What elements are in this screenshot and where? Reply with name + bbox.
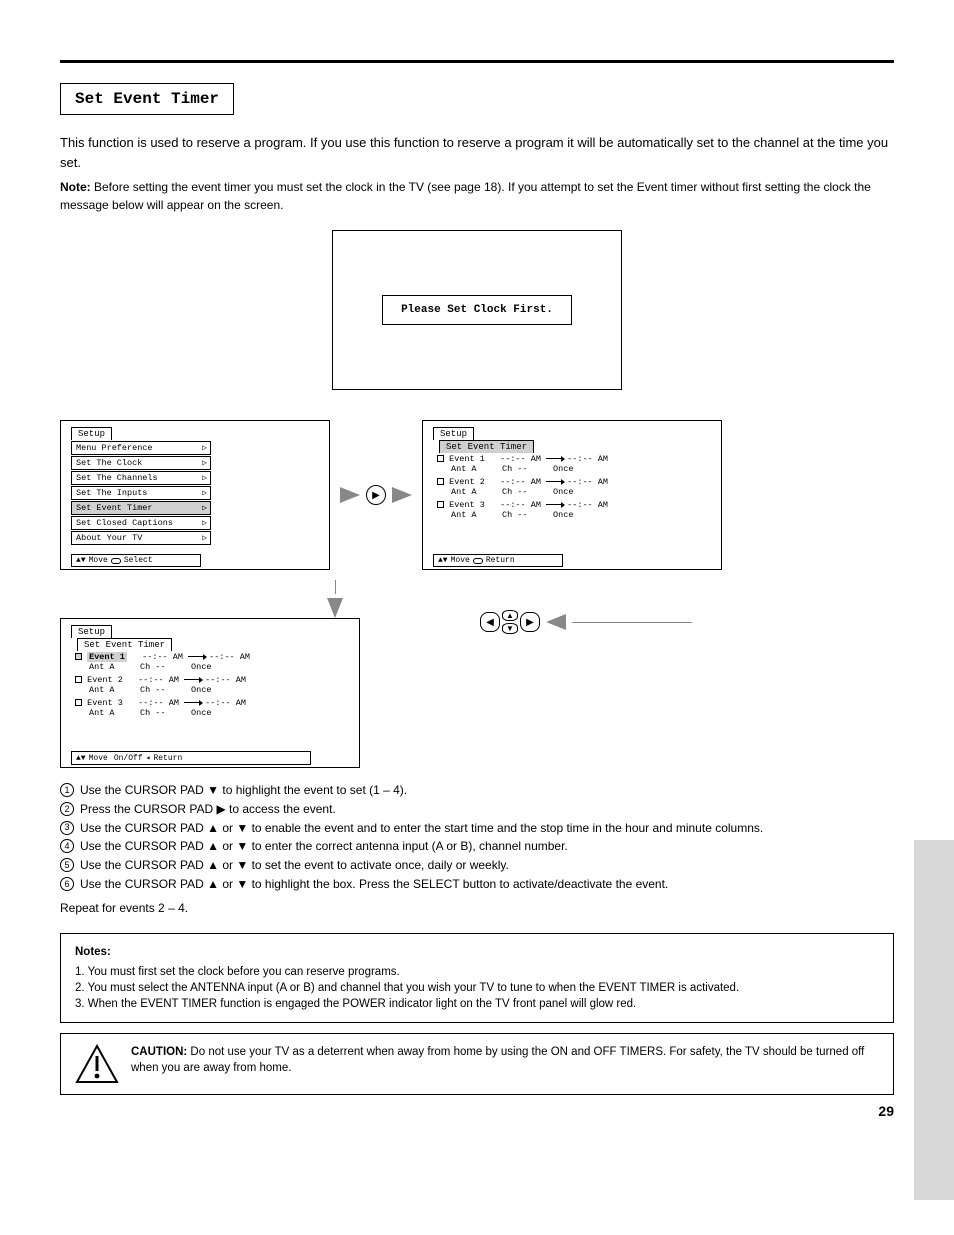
event-row: Event 3 --:-- AM --:-- AM	[75, 698, 349, 708]
event-row: Event 1 --:-- AM --:-- AM	[75, 652, 349, 662]
osd-setup-menu: Setup Menu Preference▷Set The Clock▷Set …	[60, 420, 330, 570]
caution-box: CAUTION: Do not use your TV as a deterre…	[60, 1033, 894, 1095]
step-text: Press the CURSOR PAD ▶ to access the eve…	[80, 801, 336, 818]
osd-menu-item: Menu Preference▷	[71, 441, 211, 455]
event-row: Event 3 --:-- AM --:-- AM	[437, 500, 711, 510]
remote-left-icon: ◀	[480, 612, 500, 632]
caution-title: CAUTION:	[131, 1046, 187, 1058]
step-number: 1	[60, 783, 74, 797]
flow-arrow-right-1: ▶	[340, 485, 412, 505]
osd-event-edit: Setup Set Event Timer Event 1 --:-- AM -…	[60, 618, 360, 768]
event-row-detail: Ant A Ch -- Once	[89, 662, 349, 672]
osd-tab-eventtimer-b: Set Event Timer	[439, 440, 534, 453]
osd-menu-item: Set The Inputs▷	[71, 486, 211, 500]
osd-menu-item: Set Closed Captions▷	[71, 516, 211, 530]
steps-footer: Repeat for events 2 – 4.	[60, 901, 894, 915]
checkbox-icon	[75, 699, 82, 706]
section-title: Set Event Timer	[60, 83, 234, 115]
clock-note: Note: Before setting the event timer you…	[60, 178, 894, 214]
remote-down-icon: ▼	[502, 623, 518, 634]
osd-footer-a: ▲▼Move Select	[71, 554, 201, 567]
step-number: 4	[60, 839, 74, 853]
event-row: Event 2 --:-- AM --:-- AM	[437, 477, 711, 487]
chevron-right-icon: ▷	[202, 458, 207, 468]
top-rule	[60, 60, 894, 63]
event-row-detail: Ant A Ch -- Once	[451, 464, 711, 474]
chevron-right-icon: ▷	[202, 473, 207, 483]
clock-first-message: Please Set Clock First.	[382, 295, 572, 325]
caution-text: Do not use your TV as a deterrent when a…	[131, 1046, 864, 1074]
notes-box: Notes: 1. You must first set the clock b…	[60, 933, 894, 1023]
note-item: 1. You must first set the clock before y…	[75, 964, 879, 980]
flow-arrow-down	[210, 580, 460, 618]
step-item: 4 Use the CURSOR PAD ▲ or ▼ to enter the …	[60, 838, 894, 855]
osd-menu-item: About Your TV▷	[71, 531, 211, 545]
remote-right-icon: ▶	[366, 485, 386, 505]
osd-tab-eventtimer-c: Set Event Timer	[77, 638, 172, 651]
step-text: Use the CURSOR PAD ▼ to highlight the ev…	[80, 782, 407, 799]
step-number: 6	[60, 877, 74, 891]
osd-menu-item: Set The Channels▷	[71, 471, 211, 485]
step-number: 3	[60, 821, 74, 835]
chevron-right-icon: ▷	[202, 488, 207, 498]
osd-footer-b: ▲▼Move Return	[433, 554, 563, 567]
event-row: Event 2 --:-- AM --:-- AM	[75, 675, 349, 685]
step-text: Use the CURSOR PAD ▲ or ▼ to set the eve…	[80, 857, 509, 874]
notes-title: Notes:	[75, 944, 879, 960]
osd-menu-item: Set The Clock▷	[71, 456, 211, 470]
intro-paragraph: This function is used to reserve a progr…	[60, 133, 894, 172]
clock-first-diagram: Please Set Clock First.	[332, 230, 622, 390]
remote-up-icon: ▲	[502, 610, 518, 621]
checkbox-icon	[437, 478, 444, 485]
chevron-right-icon: ▷	[202, 443, 207, 453]
event-row: Event 1 --:-- AM --:-- AM	[437, 454, 711, 464]
step-item: 2 Press the CURSOR PAD ▶ to access the ev…	[60, 801, 894, 818]
checkbox-icon	[75, 653, 82, 660]
osd-menu-item: Set Event Timer▷	[71, 501, 211, 515]
note-item: 3. When the EVENT TIMER function is enga…	[75, 996, 879, 1012]
event-row-detail: Ant A Ch -- Once	[451, 487, 711, 497]
arrow-right-icon	[546, 481, 562, 482]
osd-tab-setup: Setup	[71, 427, 112, 440]
step-text: Use the CURSOR PAD ▲ or ▼ to enter the c…	[80, 838, 568, 855]
arrow-right-icon	[184, 702, 200, 703]
osd-tab-setup-b: Setup	[433, 427, 474, 440]
step-text: Use the CURSOR PAD ▲ or ▼ to highlight t…	[80, 876, 668, 893]
step-text: Use the CURSOR PAD ▲ or ▼ to enable the …	[80, 820, 763, 837]
arrow-right-icon	[188, 656, 204, 657]
arrow-right-icon	[184, 679, 200, 680]
chevron-right-icon: ▷	[202, 533, 207, 543]
step-item: 5 Use the CURSOR PAD ▲ or ▼ to set the ev…	[60, 857, 894, 874]
osd-footer-c: ▲▼Move On/Off ◂Return	[71, 751, 311, 765]
arrow-right-icon	[546, 504, 562, 505]
caution-icon	[75, 1044, 119, 1084]
flow-dpad: ◀ ▲ ▼ ▶	[480, 610, 894, 634]
arrow-right-icon	[546, 458, 562, 459]
chevron-right-icon: ▷	[202, 518, 207, 528]
screens-row-1: Setup Menu Preference▷Set The Clock▷Set …	[60, 420, 894, 570]
remote-right-icon-2: ▶	[520, 612, 540, 632]
step-number: 5	[60, 858, 74, 872]
step-item: 1 Use the CURSOR PAD ▼ to highlight the e…	[60, 782, 894, 799]
step-number: 2	[60, 802, 74, 816]
checkbox-icon	[437, 501, 444, 508]
chevron-right-icon: ▷	[202, 503, 207, 513]
checkbox-icon	[75, 676, 82, 683]
event-row-detail: Ant A Ch -- Once	[89, 685, 349, 695]
steps-list: 1 Use the CURSOR PAD ▼ to highlight the e…	[60, 782, 894, 893]
osd-tab-setup-c: Setup	[71, 625, 112, 638]
step-item: 6 Use the CURSOR PAD ▲ or ▼ to highlight …	[60, 876, 894, 893]
event-row-detail: Ant A Ch -- Once	[89, 708, 349, 718]
page-number: 29	[878, 1103, 894, 1119]
checkbox-icon	[437, 455, 444, 462]
osd-event-list: Setup Set Event Timer Event 1 --:-- AM -…	[422, 420, 722, 570]
event-row-detail: Ant A Ch -- Once	[451, 510, 711, 520]
note-item: 2. You must select the ANTENNA input (A …	[75, 980, 879, 996]
step-item: 3 Use the CURSOR PAD ▲ or ▼ to enable the…	[60, 820, 894, 837]
